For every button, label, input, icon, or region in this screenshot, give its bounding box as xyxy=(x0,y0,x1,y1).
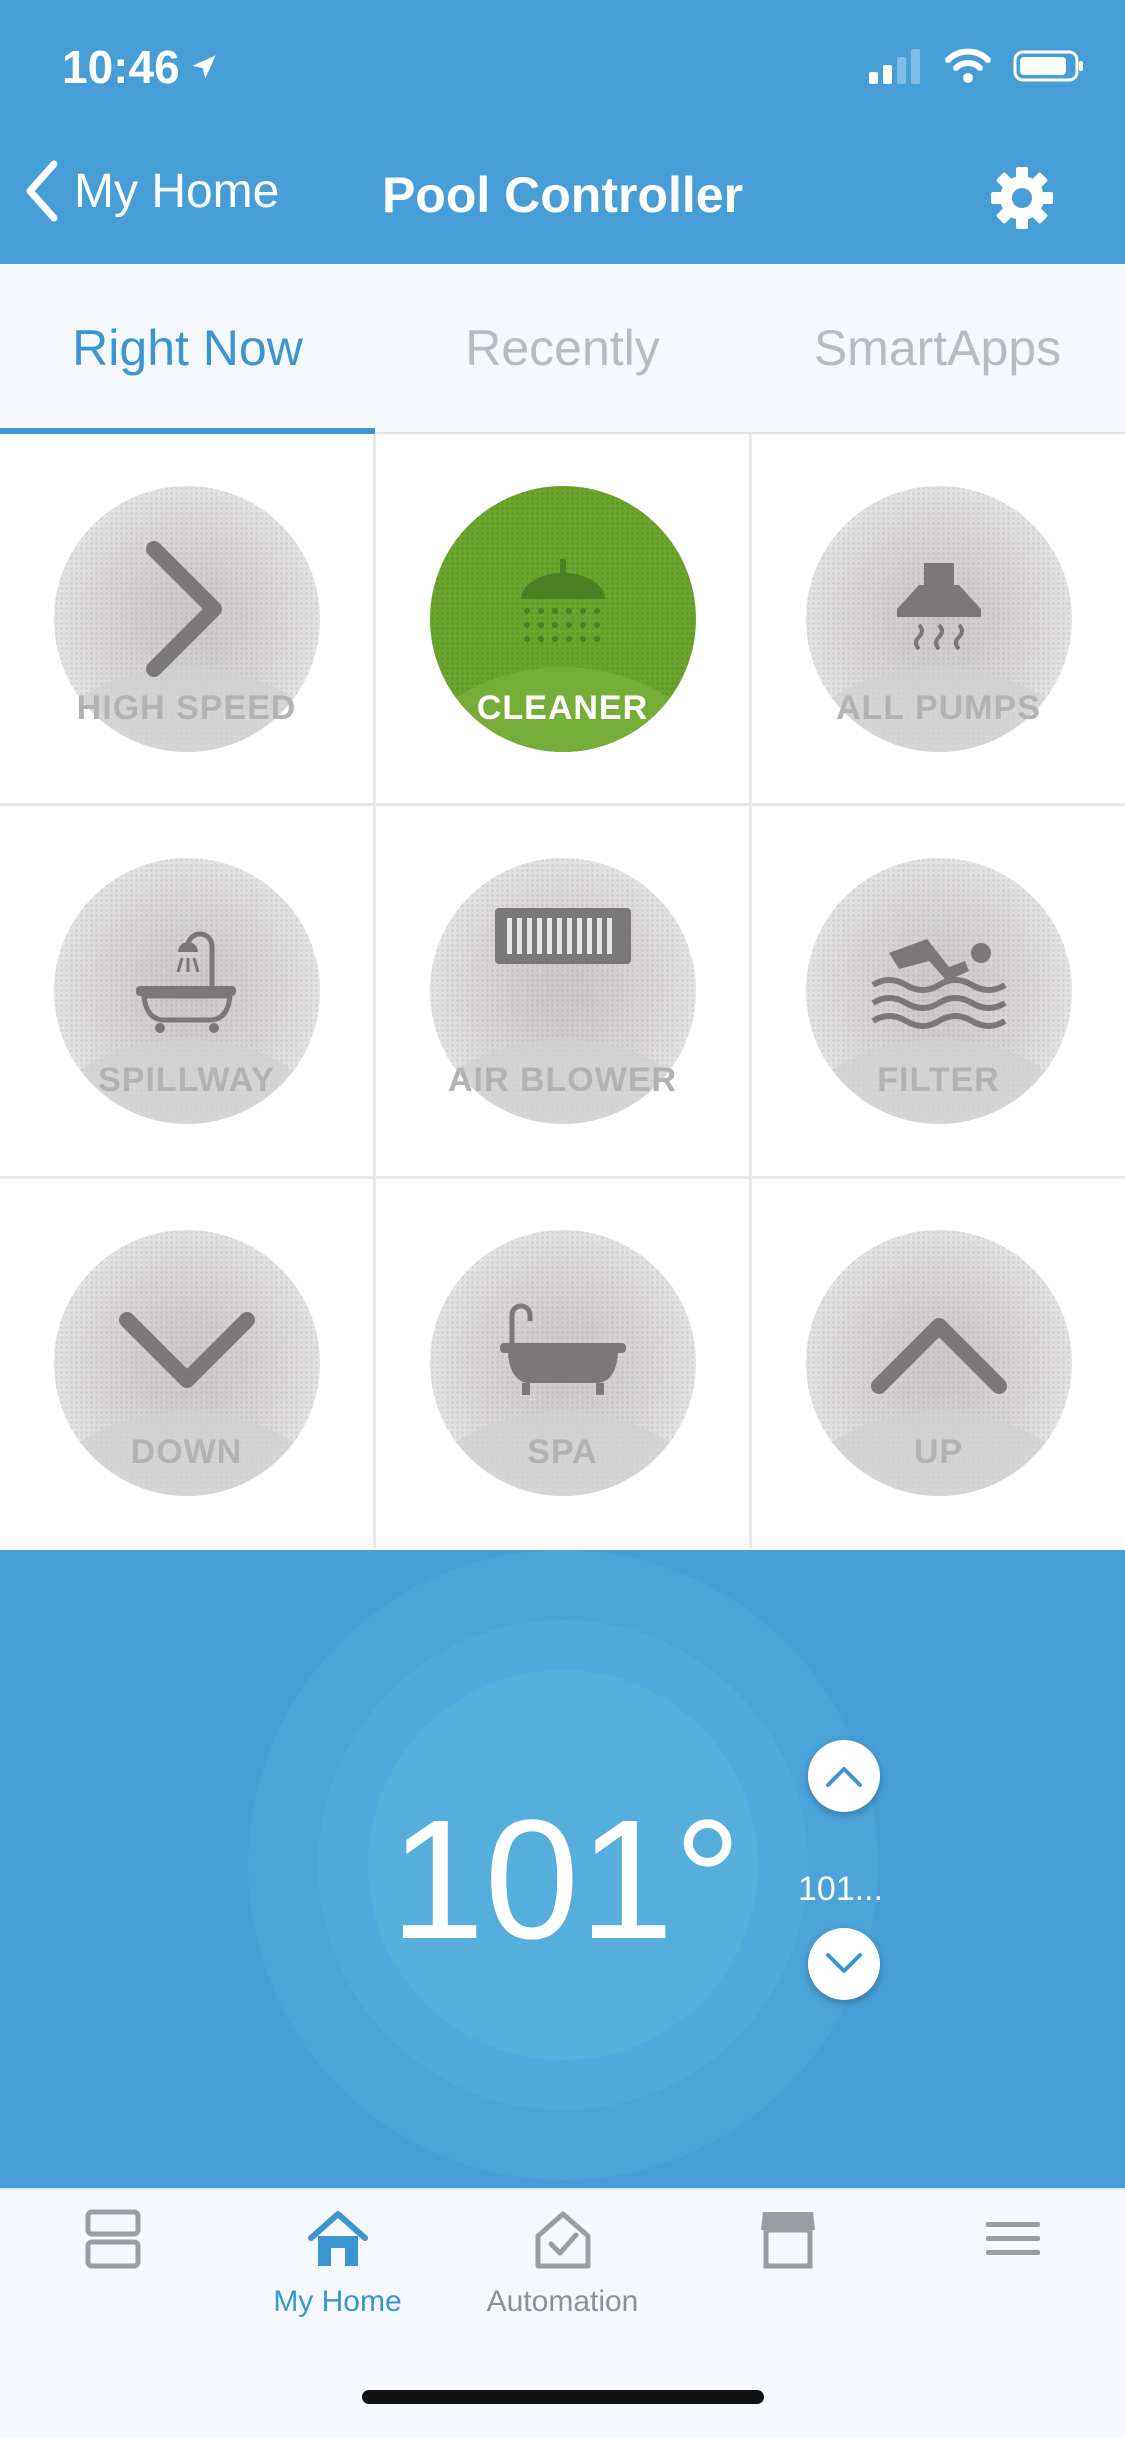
tile-label: HIGH SPEED xyxy=(76,688,297,727)
bottom-nav-automation[interactable]: Automation xyxy=(450,2208,675,2319)
range-hood-icon xyxy=(896,562,981,651)
chevron-left-icon xyxy=(26,160,58,222)
tile-spa[interactable]: SPA xyxy=(376,1178,749,1548)
vent-grille-icon xyxy=(494,907,631,964)
gear-icon xyxy=(991,167,1053,229)
bottom-nav-label: Automation xyxy=(486,2285,639,2318)
bathtub-shower-icon xyxy=(135,931,236,1033)
tab-right-now[interactable]: Right Now xyxy=(0,264,375,434)
bottom-nav-my-home[interactable]: My Home xyxy=(225,2208,450,2319)
home-icon xyxy=(307,2211,368,2266)
setpoint-value: 101... xyxy=(798,1870,884,1908)
chevron-down-icon xyxy=(118,1312,255,1389)
swimmer-icon xyxy=(870,938,1007,1029)
chevron-down-icon xyxy=(826,1953,862,1973)
tile-label: FILTER xyxy=(877,1060,1000,1099)
page-title: Pool Controller xyxy=(381,167,744,223)
chevron-right-icon xyxy=(145,540,222,677)
tile-label: SPA xyxy=(527,1433,598,1472)
tile-filter[interactable]: FILTER xyxy=(752,806,1125,1176)
header: 10:46 My Home Pool Controller xyxy=(0,0,1125,264)
bottom-nav-menu[interactable] xyxy=(900,2208,1125,2285)
settings-button[interactable] xyxy=(990,166,1054,230)
tile-label: AIR BLOWER xyxy=(447,1060,678,1099)
tile-down[interactable]: DOWN xyxy=(0,1178,373,1548)
wifi-icon xyxy=(945,48,991,83)
tile-label: SPILLWAY xyxy=(98,1060,275,1099)
tile-spillway[interactable]: SPILLWAY xyxy=(0,806,373,1176)
status-time-text: 10:46 xyxy=(62,41,180,93)
device-tile-grid: HIGH SPEED CLEANER ALL PUMPS SPILLWAY AI… xyxy=(0,434,1125,1548)
bottom-nav-marketplace[interactable] xyxy=(675,2208,900,2285)
marketplace-icon xyxy=(760,2212,815,2269)
bottom-nav-label: My Home xyxy=(273,2285,402,2318)
tile-cleaner[interactable]: CLEANER xyxy=(376,434,749,804)
tile-high-speed[interactable]: HIGH SPEED xyxy=(0,434,373,804)
dashboard-icon xyxy=(85,2209,140,2269)
shower-head-icon xyxy=(520,558,605,642)
menu-icon xyxy=(985,2222,1040,2255)
back-button[interactable]: My Home xyxy=(24,160,279,222)
home-indicator xyxy=(362,2390,764,2404)
tile-label: CLEANER xyxy=(476,688,649,727)
battery-icon xyxy=(1013,50,1083,82)
bottom-nav-dashboard[interactable] xyxy=(0,2208,225,2285)
tile-label: UP xyxy=(913,1433,964,1472)
tile-all-pumps[interactable]: ALL PUMPS xyxy=(752,434,1125,804)
setpoint-up-button[interactable] xyxy=(808,1740,880,1812)
automation-icon xyxy=(535,2211,590,2269)
bathtub-icon xyxy=(499,1303,626,1396)
tab-smartapps[interactable]: SmartApps xyxy=(750,264,1125,432)
chevron-up-icon xyxy=(826,1767,862,1787)
tile-label: DOWN xyxy=(130,1433,243,1472)
back-button-label: My Home xyxy=(74,164,280,218)
tab-recently[interactable]: Recently xyxy=(375,264,750,432)
status-indicators xyxy=(869,48,1085,84)
setpoint-down-button[interactable] xyxy=(808,1928,880,2000)
chevron-up-icon xyxy=(870,1318,1007,1395)
tile-up[interactable]: UP xyxy=(752,1178,1125,1548)
tab-bar: Right Now Recently SmartApps xyxy=(0,264,1125,434)
status-time: 10:46 xyxy=(62,40,218,94)
tile-label: ALL PUMPS xyxy=(836,688,1041,727)
location-arrow-icon xyxy=(191,55,216,79)
thermostat-panel: 101° 101... xyxy=(0,1550,1125,2188)
cellular-signal-icon xyxy=(869,49,920,84)
current-temperature: 101° xyxy=(390,1785,742,1975)
tile-air-blower[interactable]: AIR BLOWER xyxy=(376,806,749,1176)
